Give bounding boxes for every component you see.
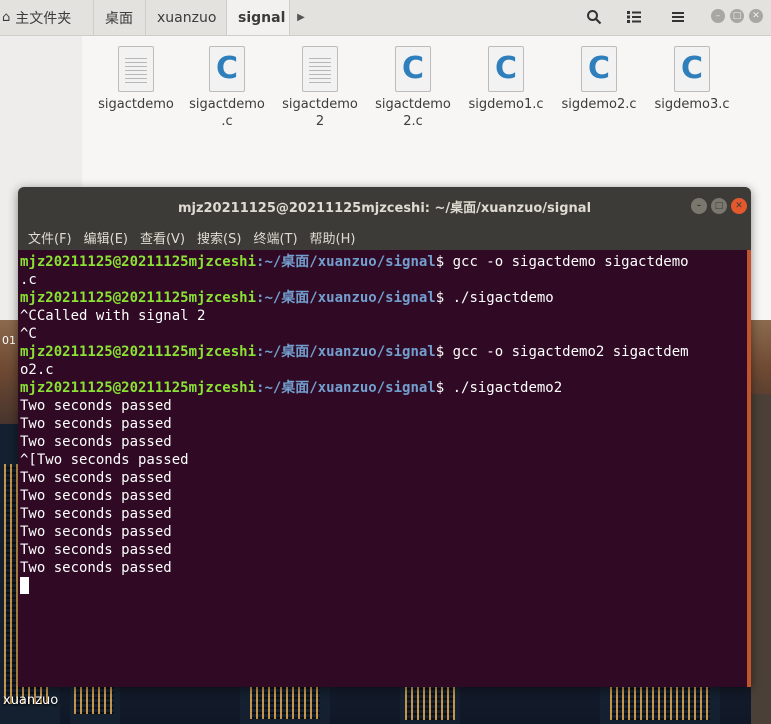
prompt-command: $ gcc -o sigactdemo sigactdemo <box>435 254 689 270</box>
c-source-icon: C <box>209 46 245 92</box>
file-item[interactable]: C sigdemo3.c <box>646 46 738 113</box>
terminal-maximize-button[interactable]: □ <box>711 198 727 214</box>
home-icon: ⌂ <box>2 10 11 25</box>
text-cursor <box>20 577 29 594</box>
c-source-icon: C <box>674 46 710 92</box>
terminal-prompt-line: mjz20211125@20211125mjzceshi:~/桌面/xuanzu… <box>20 253 751 271</box>
terminal-output-line: Two seconds passed <box>20 560 172 576</box>
prompt-path: :~/桌面/xuanzuo/signal <box>256 290 436 306</box>
terminal-cursor-line <box>20 577 751 595</box>
terminal-output-line: Two seconds passed <box>20 524 172 540</box>
prompt-user-host: mjz20211125@20211125mjzceshi <box>20 344 257 360</box>
file-item[interactable]: C sigactdemo 2.c <box>367 46 459 130</box>
file-name-cont: 2.c <box>403 114 423 129</box>
prompt-path: :~/桌面/xuanzuo/signal <box>256 344 436 360</box>
terminal-scrollbar[interactable] <box>747 250 751 687</box>
terminal-output-line: Two seconds passed <box>20 488 172 504</box>
terminal-title: mjz20211125@20211125mjzceshi: ~/桌面/xuanz… <box>177 200 592 216</box>
terminal-output-line: Two seconds passed <box>20 434 172 450</box>
terminal-menubar: 文件(F) 编辑(E) 查看(V) 搜索(S) 终端(T) 帮助(H) <box>18 225 751 250</box>
file-name: sigactdemo <box>189 97 265 112</box>
file-name-cont: 2 <box>315 114 325 129</box>
breadcrumb-label: xuanzuo <box>157 9 217 26</box>
breadcrumb-label: 主文件夹 <box>15 10 72 27</box>
breadcrumb-xuanzuo[interactable]: xuanzuo <box>146 0 227 35</box>
search-button[interactable] <box>578 2 610 32</box>
terminal-output-line: o2.c <box>20 362 54 378</box>
terminal-output-line: Two seconds passed <box>20 470 172 486</box>
search-icon <box>587 10 602 25</box>
menu-search[interactable]: 搜索(S) <box>191 228 247 247</box>
menu-button[interactable] <box>662 2 694 32</box>
file-item[interactable]: C sigdemo2.c <box>553 46 645 113</box>
desktop-edge-text: 01 <box>2 334 16 347</box>
terminal-output-line: Two seconds passed <box>20 542 172 558</box>
minimize-button[interactable]: – <box>711 9 725 23</box>
file-name-cont: .c <box>221 114 233 129</box>
file-name: sigactdemo <box>98 97 174 112</box>
file-name: sigactdemo <box>375 97 451 112</box>
terminal-output-line: ^CCalled with signal 2 <box>20 308 206 324</box>
file-name: sigdemo1.c <box>468 97 544 112</box>
terminal-minimize-button[interactable]: – <box>691 198 707 214</box>
terminal-prompt-line: mjz20211125@20211125mjzceshi:~/桌面/xuanzu… <box>20 379 751 397</box>
prompt-path: :~/桌面/xuanzuo/signal <box>256 380 436 396</box>
terminal-prompt-line: mjz20211125@20211125mjzceshi:~/桌面/xuanzu… <box>20 343 751 361</box>
file-name: sigactdemo <box>282 97 358 112</box>
list-view-icon <box>627 11 641 23</box>
desktop-folder-label[interactable]: xuanzuo <box>3 693 58 708</box>
view-options-button[interactable] <box>618 2 650 32</box>
terminal-titlebar[interactable]: mjz20211125@20211125mjzceshi: ~/桌面/xuanz… <box>18 187 751 225</box>
file-item[interactable]: C sigactdemo .c <box>181 46 273 130</box>
breadcrumb-home[interactable]: ⌂ 主文件夹 <box>0 0 94 35</box>
breadcrumb-signal[interactable]: signal <box>227 0 290 35</box>
file-name: sigdemo2.c <box>561 97 637 112</box>
terminal-prompt-line: mjz20211125@20211125mjzceshi:~/桌面/xuanzu… <box>20 289 751 307</box>
document-icon <box>118 46 154 92</box>
menu-edit[interactable]: 编辑(E) <box>78 228 134 247</box>
prompt-path: :~/桌面/xuanzuo/signal <box>256 254 436 270</box>
terminal-output-line: Two seconds passed <box>20 416 172 432</box>
terminal-output-line: Two seconds passed <box>20 506 172 522</box>
hamburger-icon <box>672 12 684 22</box>
maximize-button[interactable]: □ <box>730 9 744 23</box>
breadcrumb-forward-icon[interactable]: ▶ <box>290 0 312 35</box>
menu-view[interactable]: 查看(V) <box>134 228 191 247</box>
breadcrumb-desktop[interactable]: 桌面 <box>94 0 146 35</box>
menu-file[interactable]: 文件(F) <box>22 228 78 247</box>
prompt-user-host: mjz20211125@20211125mjzceshi <box>20 290 257 306</box>
c-source-icon: C <box>488 46 524 92</box>
breadcrumb-label: signal <box>238 9 286 26</box>
breadcrumb-label: 桌面 <box>105 10 133 27</box>
file-name: sigdemo3.c <box>654 97 730 112</box>
prompt-user-host: mjz20211125@20211125mjzceshi <box>20 380 257 396</box>
menu-help[interactable]: 帮助(H) <box>304 228 362 247</box>
file-manager-header: ⌂ 主文件夹 桌面 xuanzuo signal ▶ – □ ✕ <box>0 0 771 36</box>
terminal-output-line: Two seconds passed <box>20 398 172 414</box>
file-item[interactable]: sigactdemo 2 <box>274 46 366 130</box>
c-source-icon: C <box>395 46 431 92</box>
terminal-output-line: ^C <box>20 326 37 342</box>
prompt-user-host: mjz20211125@20211125mjzceshi <box>20 254 257 270</box>
terminal-window: mjz20211125@20211125mjzceshi: ~/桌面/xuanz… <box>18 187 751 687</box>
prompt-command: $ ./sigactdemo2 <box>435 380 563 396</box>
c-source-icon: C <box>581 46 617 92</box>
file-item[interactable]: C sigdemo1.c <box>460 46 552 113</box>
menu-terminal[interactable]: 终端(T) <box>247 228 303 247</box>
document-icon <box>302 46 338 92</box>
prompt-command: $ gcc -o sigactdemo2 sigactdem <box>435 344 689 360</box>
close-button[interactable]: ✕ <box>749 9 763 23</box>
terminal-output-line: .c <box>20 272 37 288</box>
terminal-output[interactable]: mjz20211125@20211125mjzceshi:~/桌面/xuanzu… <box>18 250 751 687</box>
terminal-close-button[interactable]: ✕ <box>731 198 747 214</box>
terminal-output-line: ^[Two seconds passed <box>20 452 189 468</box>
prompt-command: $ ./sigactdemo <box>435 290 554 306</box>
file-item[interactable]: sigactdemo <box>90 46 182 113</box>
